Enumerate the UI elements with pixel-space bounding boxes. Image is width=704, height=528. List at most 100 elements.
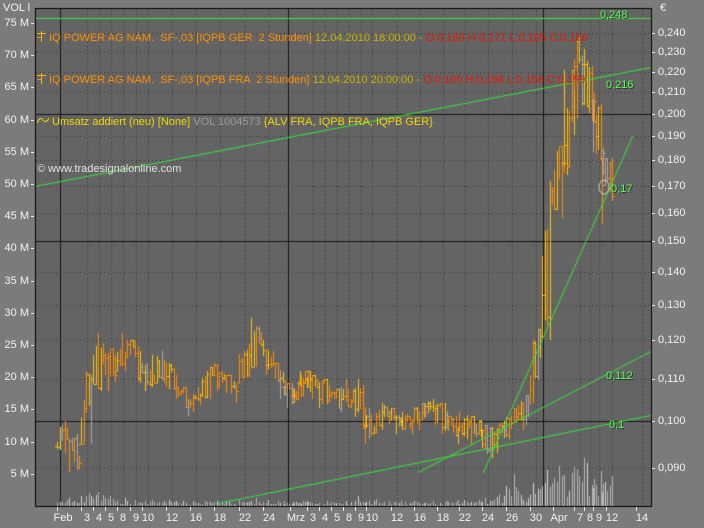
ohlc-bar-icon bbox=[37, 73, 46, 88]
time-tick bbox=[366, 507, 367, 511]
price-tick bbox=[652, 213, 655, 214]
series-ohlc-values: O:0,169 H:0,171 L:0,165 C:0,166 bbox=[426, 31, 588, 45]
price-tick-label: 0,150 bbox=[658, 236, 686, 247]
volume-tick-label: 70 M bbox=[0, 50, 29, 61]
time-tick bbox=[319, 507, 320, 511]
time-tick bbox=[105, 507, 106, 511]
time-tick bbox=[482, 507, 483, 511]
price-tick-label: 0,140 bbox=[658, 267, 686, 278]
price-tick bbox=[652, 421, 655, 422]
price-tick bbox=[652, 272, 655, 273]
volume-tick bbox=[31, 248, 34, 249]
series-ohlc-values: O:0,165 H:0,166 L:0,156 C:0,159 bbox=[423, 73, 585, 87]
time-tick bbox=[190, 507, 191, 511]
volume-tick-label: 10 M bbox=[0, 437, 29, 448]
time-tick bbox=[391, 507, 392, 511]
volume-tick bbox=[31, 409, 34, 410]
volume-tick bbox=[31, 377, 34, 378]
wave-icon bbox=[37, 115, 49, 129]
time-tick bbox=[343, 507, 344, 511]
time-day-label: 12 bbox=[595, 513, 629, 524]
volume-tick-label: 40 M bbox=[0, 243, 29, 254]
time-tick bbox=[636, 507, 637, 511]
time-tick bbox=[506, 507, 507, 511]
trendline-value-label: 0,1 bbox=[609, 420, 624, 431]
last-price-label: 0,17 bbox=[611, 184, 632, 195]
price-tick-label: 0,200 bbox=[658, 109, 686, 120]
price-tick bbox=[652, 52, 655, 53]
time-tick bbox=[593, 507, 594, 511]
time-tick bbox=[117, 507, 118, 511]
price-tick bbox=[652, 340, 655, 341]
series-datetime: 12.04.2010 20:00:00 - bbox=[312, 73, 423, 87]
price-tick-label: 0,100 bbox=[658, 416, 686, 427]
chart-legend: IQ POWER AG NAM. SF-,03 [IQPB GER 2 Stun… bbox=[37, 3, 588, 204]
price-axis-currency: € bbox=[660, 3, 666, 14]
indicator-symbols: {ALV FRA, IQPB FRA, IQPB GER} bbox=[264, 115, 433, 129]
trendline-value-label: 0,248 bbox=[600, 10, 628, 21]
series-name: IQ POWER AG NAM. bbox=[49, 31, 154, 45]
time-tick bbox=[414, 507, 415, 511]
volume-tick bbox=[31, 87, 34, 88]
time-day-label: 14 bbox=[625, 513, 659, 524]
copyright-watermark: © www.tradesignalonline.com bbox=[37, 162, 588, 176]
volume-tick bbox=[31, 442, 34, 443]
price-tick bbox=[652, 114, 655, 115]
price-tick-label: 0,240 bbox=[658, 28, 686, 39]
volume-tick-label: 60 M bbox=[0, 115, 29, 126]
volume-tick bbox=[31, 152, 34, 153]
volume-tick-label: 35 M bbox=[0, 276, 29, 287]
volume-tick-label: 25 M bbox=[0, 340, 29, 351]
price-tick bbox=[652, 305, 655, 306]
legend-indicator-umsatz[interactable]: Umsatz addiert (neu) [None] VOL 1004573 … bbox=[37, 115, 588, 129]
price-tick bbox=[652, 136, 655, 137]
volume-tick bbox=[31, 23, 34, 24]
trendline-value-label: 0,216 bbox=[606, 80, 634, 91]
volume-tick-label: 15 M bbox=[0, 404, 29, 415]
legend-series-ger[interactable]: IQ POWER AG NAM. SF-,03 [IQPB GER 2 Stun… bbox=[37, 31, 588, 45]
time-tick bbox=[290, 507, 291, 511]
volume-tick-label: 20 M bbox=[0, 372, 29, 383]
time-tick bbox=[307, 507, 308, 511]
series-name: IQ POWER AG NAM. bbox=[49, 73, 154, 87]
volume-tick bbox=[31, 120, 34, 121]
series-datetime: 12.04.2010 18:00:00 - bbox=[315, 31, 426, 45]
price-tick-label: 0,190 bbox=[658, 131, 686, 142]
time-tick bbox=[331, 507, 332, 511]
price-tick-label: 0,110 bbox=[658, 374, 685, 385]
price-tick-label: 0,230 bbox=[658, 47, 686, 58]
price-tick-label: 0,160 bbox=[658, 208, 686, 219]
time-tick bbox=[574, 507, 575, 511]
time-tick bbox=[437, 507, 438, 511]
volume-tick bbox=[31, 55, 34, 56]
price-tick-label: 0,120 bbox=[658, 335, 686, 346]
price-tick bbox=[652, 33, 655, 34]
indicator-value: VOL 1004573 bbox=[193, 115, 264, 129]
volume-tick bbox=[31, 345, 34, 346]
time-tick bbox=[239, 507, 240, 511]
price-tick-label: 0,220 bbox=[658, 67, 686, 78]
price-tick bbox=[652, 468, 655, 469]
trendline-value-label: 0,112 bbox=[606, 371, 633, 382]
volume-tick-label: 55 M bbox=[0, 147, 29, 158]
time-tick bbox=[93, 507, 94, 511]
volume-tick bbox=[31, 281, 34, 282]
price-tick-label: 0,210 bbox=[658, 87, 686, 98]
time-tick bbox=[355, 507, 356, 511]
volume-tick-label: 50 M bbox=[0, 179, 29, 190]
legend-series-fra[interactable]: IQ POWER AG NAM. SF-,03 [IQPB FRA 2 Stun… bbox=[37, 73, 588, 87]
price-tick bbox=[652, 72, 655, 73]
price-tick bbox=[652, 160, 655, 161]
volume-tick-label: 45 M bbox=[0, 211, 29, 222]
price-tick bbox=[652, 241, 655, 242]
price-tick bbox=[652, 92, 655, 93]
volume-axis-title: VOL l bbox=[3, 3, 30, 14]
volume-tick bbox=[31, 216, 34, 217]
time-tick bbox=[130, 507, 131, 511]
price-tick-label: 0,170 bbox=[658, 181, 686, 192]
series-spec: SF-,03 [IQPB FRA 2 Stunden] bbox=[154, 73, 312, 87]
volume-tick-label: 65 M bbox=[0, 82, 29, 93]
volume-tick bbox=[31, 313, 34, 314]
price-tick-label: 0,130 bbox=[658, 300, 686, 311]
price-tick bbox=[652, 186, 655, 187]
